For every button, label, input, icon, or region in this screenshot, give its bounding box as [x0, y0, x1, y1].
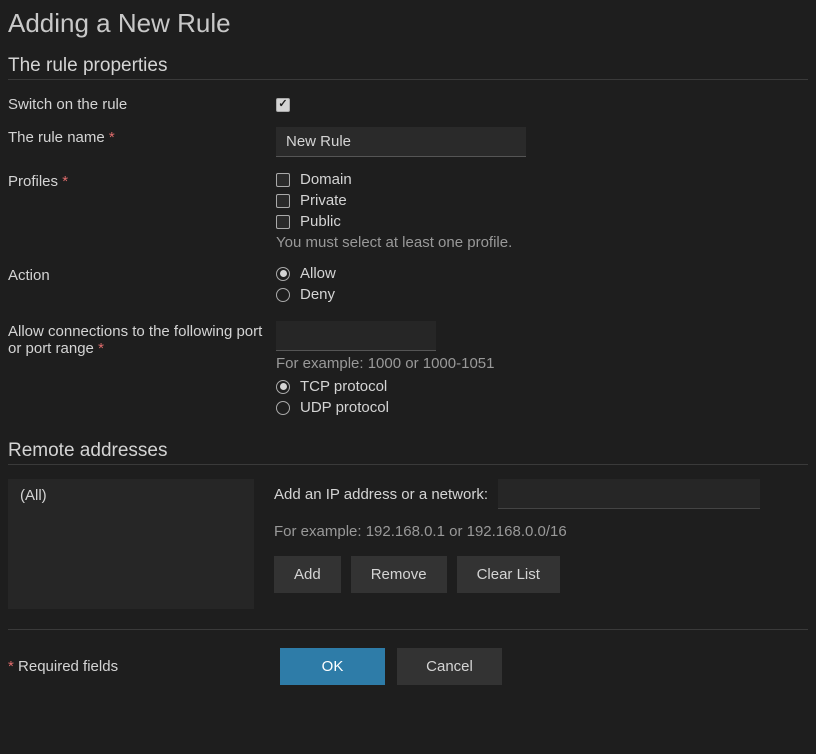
switch-on-checkbox[interactable] — [276, 98, 290, 112]
rule-properties-heading: The rule properties — [8, 55, 808, 80]
profile-domain-label: Domain — [300, 171, 352, 188]
rule-name-input[interactable] — [276, 127, 526, 157]
required-asterisk: * — [98, 340, 104, 357]
required-asterisk: * — [62, 173, 68, 190]
profile-public-label: Public — [300, 213, 341, 230]
ok-button[interactable]: OK — [280, 648, 385, 685]
ip-input[interactable] — [498, 479, 760, 509]
profile-public-checkbox[interactable] — [276, 215, 290, 229]
port-row: Allow connections to the following port … — [8, 321, 808, 420]
protocol-udp-radio[interactable] — [276, 401, 290, 415]
profile-domain-item: Domain — [276, 171, 808, 188]
rule-name-row: The rule name * — [8, 127, 808, 157]
profile-private-checkbox[interactable] — [276, 194, 290, 208]
protocol-tcp-item: TCP protocol — [276, 378, 808, 395]
port-input[interactable] — [276, 321, 436, 351]
ip-label: Add an IP address or a network: — [274, 486, 488, 503]
profile-private-item: Private — [276, 192, 808, 209]
protocol-tcp-label: TCP protocol — [300, 378, 387, 395]
profile-domain-checkbox[interactable] — [276, 173, 290, 187]
profile-public-item: Public — [276, 213, 808, 230]
footer: * Required fields OK Cancel — [8, 629, 808, 685]
protocol-udp-label: UDP protocol — [300, 399, 389, 416]
port-helper: For example: 1000 or 1000-1051 — [276, 355, 808, 372]
action-deny-item: Deny — [276, 286, 808, 303]
port-label: Allow connections to the following port … — [8, 321, 276, 357]
clear-list-button[interactable]: Clear List — [457, 556, 560, 593]
switch-on-row: Switch on the rule — [8, 94, 808, 113]
address-list-default: (All) — [20, 487, 47, 504]
action-allow-radio[interactable] — [276, 267, 290, 281]
action-deny-label: Deny — [300, 286, 335, 303]
rule-properties-section: The rule properties Switch on the rule T… — [8, 55, 808, 420]
cancel-button[interactable]: Cancel — [397, 648, 502, 685]
profiles-row: Profiles * Domain Private Public You mus… — [8, 171, 808, 251]
remote-addresses-heading: Remote addresses — [8, 440, 808, 465]
remove-button[interactable]: Remove — [351, 556, 447, 593]
page-title: Adding a New Rule — [8, 8, 808, 39]
add-button[interactable]: Add — [274, 556, 341, 593]
remote-addresses-section: Remote addresses (All) Add an IP address… — [8, 440, 808, 609]
ip-helper: For example: 192.168.0.1 or 192.168.0.0/… — [274, 523, 808, 540]
switch-on-label: Switch on the rule — [8, 94, 276, 113]
action-allow-item: Allow — [276, 265, 808, 282]
profiles-label: Profiles * — [8, 171, 276, 190]
required-asterisk: * — [8, 658, 14, 675]
address-list[interactable]: (All) — [8, 479, 254, 609]
rule-name-label: The rule name * — [8, 127, 276, 146]
action-row: Action Allow Deny — [8, 265, 808, 307]
required-fields-label: * Required fields — [8, 658, 280, 675]
protocol-udp-item: UDP protocol — [276, 399, 808, 416]
action-label: Action — [8, 265, 276, 284]
protocol-tcp-radio[interactable] — [276, 380, 290, 394]
action-deny-radio[interactable] — [276, 288, 290, 302]
profiles-helper: You must select at least one profile. — [276, 234, 808, 251]
action-allow-label: Allow — [300, 265, 336, 282]
required-asterisk: * — [109, 129, 115, 146]
profile-private-label: Private — [300, 192, 347, 209]
